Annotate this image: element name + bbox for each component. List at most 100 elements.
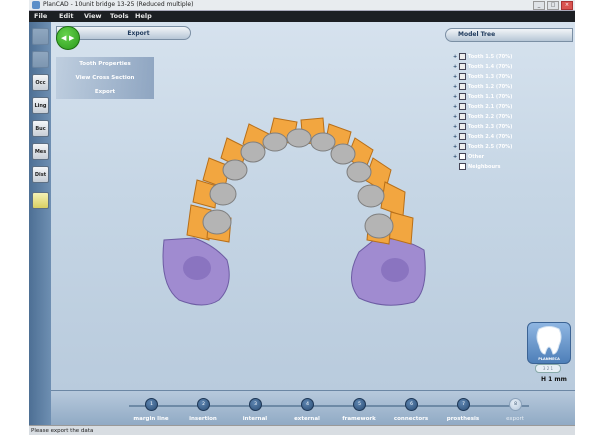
logo-brand: PLANMECA	[538, 357, 560, 361]
checkbox[interactable]	[459, 103, 466, 110]
tree-item-label: Tooth 1.1 (70%)	[468, 94, 513, 100]
model-tree-header[interactable]: Model Tree	[445, 28, 573, 42]
bucket-tool-button[interactable]	[32, 192, 49, 209]
tree-item-label: Tooth 1.5 (70%)	[468, 54, 513, 60]
framework-right-4	[330, 143, 356, 165]
checkbox[interactable]	[459, 133, 466, 140]
minimize-button[interactable]: _	[533, 1, 545, 10]
menu-bar: File Edit View Tools Help	[29, 11, 575, 22]
framework-center	[286, 128, 312, 148]
close-button[interactable]: ×	[561, 1, 573, 10]
export-item[interactable]: Export	[56, 86, 154, 99]
tree-item-label: Neighbours	[468, 164, 501, 170]
scale-indicator: H 1 mm	[541, 376, 567, 383]
checkbox[interactable]	[459, 63, 466, 70]
checkbox[interactable]	[459, 93, 466, 100]
tree-item-label: Tooth 1.3 (70%)	[468, 74, 513, 80]
distal-view-button[interactable]: Dist	[32, 166, 49, 183]
tree-item-tooth-21[interactable]: + Tooth 2.1 (70%)	[453, 103, 512, 112]
step-insertion[interactable]: 2	[197, 398, 210, 411]
tree-item-label: Tooth 1.2 (70%)	[468, 84, 513, 90]
step-label: export	[506, 416, 524, 422]
tree-item-label: Tooth 2.1 (70%)	[468, 104, 513, 110]
tooth-icon	[536, 326, 562, 355]
step-label: framework	[342, 416, 376, 422]
framework-left-3	[222, 159, 248, 181]
tooth-properties-item[interactable]: Tooth Properties	[56, 58, 154, 71]
tree-item-tooth-15[interactable]: + Tooth 1.5 (70%)	[453, 53, 512, 62]
step-label: external	[294, 416, 320, 422]
tooth-logo: PLANMECA	[527, 322, 571, 364]
right-gum-socket	[381, 258, 409, 282]
tree-item-tooth-23[interactable]: + Tooth 2.3 (70%)	[453, 123, 512, 132]
step-prosthesis[interactable]: 7	[457, 398, 470, 411]
title-bar: PlanCAD - 10unit bridge 13-25 (Reduced m…	[29, 0, 575, 11]
tree-item-tooth-14[interactable]: + Tooth 1.4 (70%)	[453, 63, 512, 72]
step-label: prosthesis	[446, 416, 480, 422]
menu-file[interactable]: File	[34, 11, 47, 22]
step-export[interactable]: 8	[509, 398, 522, 411]
left-gum-socket	[183, 256, 211, 280]
menu-view[interactable]: View	[84, 11, 102, 22]
export-submenu: Tooth Properties View Cross Section Expo…	[56, 57, 154, 99]
step-framework[interactable]: 5	[353, 398, 366, 411]
checkbox[interactable]	[459, 73, 466, 80]
checkbox[interactable]	[459, 83, 466, 90]
tree-item-label: Other	[468, 154, 485, 160]
tree-item-tooth-24[interactable]: + Tooth 2.4 (70%)	[453, 133, 512, 142]
step-label: insertion	[189, 416, 217, 422]
checkbox[interactable]	[459, 153, 466, 160]
model-tree-panel: Model Tree + Tooth 1.5 (70%) + Tooth 1.4 (…	[445, 28, 573, 178]
forward-arrow-icon[interactable]: ▶	[69, 34, 74, 42]
occlusal-view-button[interactable]: Occ	[32, 74, 49, 91]
menu-tools[interactable]: Tools	[110, 11, 129, 22]
tree-item-tooth-13[interactable]: + Tooth 1.3 (70%)	[453, 73, 512, 82]
step-external[interactable]: 4	[301, 398, 314, 411]
lingual-view-button[interactable]: Ling	[32, 97, 49, 114]
back-arrow-icon[interactable]: ◀	[61, 34, 66, 42]
checkbox[interactable]	[459, 163, 466, 170]
tree-item-tooth-22[interactable]: + Tooth 2.2 (70%)	[453, 113, 512, 122]
view-cross-section-item[interactable]: View Cross Section	[56, 72, 154, 85]
tree-item-other[interactable]: + Other	[453, 153, 484, 162]
tree-item-label: Tooth 1.4 (70%)	[468, 64, 513, 70]
tool-button-2[interactable]	[32, 51, 49, 68]
tree-item-neighbours[interactable]: Neighbours	[453, 163, 500, 172]
tree-item-tooth-12[interactable]: + Tooth 1.2 (70%)	[453, 83, 512, 92]
step-label: connectors	[393, 416, 429, 422]
framework-right-1	[364, 213, 394, 239]
tree-item-label: Tooth 2.5 (70%)	[468, 144, 513, 150]
dental-bridge-model[interactable]	[159, 110, 449, 310]
step-label: margin line	[133, 416, 169, 422]
menu-help[interactable]: Help	[135, 11, 152, 22]
status-bar: Please export the data	[29, 425, 575, 435]
workflow-bar: 1 margin line 2 insertion 3 internal 4 e…	[51, 390, 575, 426]
checkbox[interactable]	[459, 143, 466, 150]
crown-right-4	[380, 181, 406, 217]
framework-right-5	[310, 132, 336, 152]
step-connectors[interactable]: 6	[405, 398, 418, 411]
framework-right-3	[346, 161, 372, 183]
maximize-button[interactable]: □	[547, 1, 559, 10]
step-navigation-button[interactable]: ◀ ▶	[56, 26, 80, 50]
mesial-view-button[interactable]: Mes	[32, 143, 49, 160]
status-text: Please export the data	[31, 428, 94, 434]
app-window: PlanCAD - 10unit bridge 13-25 (Reduced m…	[29, 0, 575, 435]
menu-edit[interactable]: Edit	[59, 11, 73, 22]
step-internal[interactable]: 3	[249, 398, 262, 411]
tree-item-tooth-25[interactable]: + Tooth 2.5 (70%)	[453, 143, 512, 152]
framework-right-2	[357, 184, 385, 208]
buccal-view-button[interactable]: Buc	[32, 120, 49, 137]
framework-left-4	[240, 141, 266, 163]
app-icon	[32, 1, 40, 9]
checkbox[interactable]	[459, 53, 466, 60]
framework-left-2	[209, 182, 237, 206]
checkbox[interactable]	[459, 123, 466, 130]
tree-item-label: Tooth 2.2 (70%)	[468, 114, 513, 120]
step-margin-line[interactable]: 1	[145, 398, 158, 411]
view-indicator[interactable]: 3 2 1	[535, 364, 561, 373]
tree-item-label: Tooth 2.4 (70%)	[468, 134, 513, 140]
checkbox[interactable]	[459, 113, 466, 120]
tool-button-1[interactable]	[32, 28, 49, 45]
tree-item-tooth-11[interactable]: + Tooth 1.1 (70%)	[453, 93, 512, 102]
